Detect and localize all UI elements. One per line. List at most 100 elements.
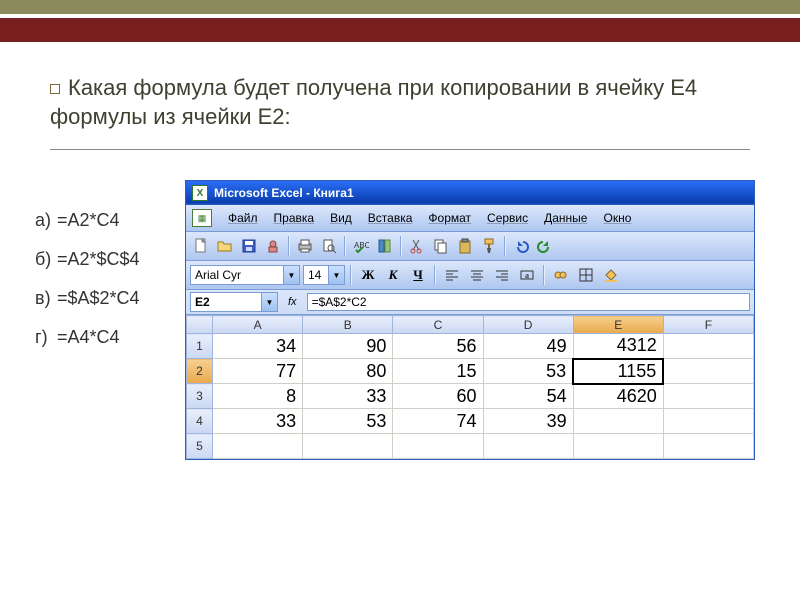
cell[interactable]: 1155 (573, 359, 663, 384)
cell[interactable]: 4620 (573, 384, 663, 409)
chevron-down-icon[interactable]: ▼ (328, 266, 344, 284)
select-all-corner[interactable] (187, 316, 213, 334)
menu-file[interactable]: Файл (220, 208, 266, 228)
cell[interactable] (663, 359, 753, 384)
cell[interactable]: 53 (483, 359, 573, 384)
cell[interactable] (573, 409, 663, 434)
row-header[interactable]: 3 (187, 384, 213, 409)
borders-icon[interactable] (575, 264, 597, 286)
formula-input[interactable]: =$A$2*C2 (307, 293, 750, 311)
cell[interactable]: 34 (213, 334, 303, 359)
cell[interactable] (213, 434, 303, 459)
title-bar[interactable]: X Microsoft Excel - Книга1 (186, 181, 754, 205)
permission-icon[interactable] (262, 235, 284, 257)
new-icon[interactable] (190, 235, 212, 257)
cell[interactable] (663, 384, 753, 409)
cell[interactable]: 53 (303, 409, 393, 434)
formula-bar: E2 ▼ fx =$A$2*C2 (186, 290, 754, 315)
cell[interactable] (663, 334, 753, 359)
currency-icon[interactable] (550, 264, 572, 286)
answer-b-text: =A2*$C$4 (57, 249, 140, 269)
italic-button[interactable]: К (382, 264, 404, 286)
column-header[interactable]: E (573, 316, 663, 334)
cell[interactable] (393, 434, 483, 459)
cell[interactable]: 74 (393, 409, 483, 434)
row-header[interactable]: 4 (187, 409, 213, 434)
cut-icon[interactable] (406, 235, 428, 257)
format-painter-icon[interactable] (478, 235, 500, 257)
undo-icon[interactable] (510, 235, 532, 257)
cell[interactable] (573, 434, 663, 459)
cell[interactable] (303, 434, 393, 459)
answer-a-label: а) (35, 210, 57, 231)
cell[interactable]: 54 (483, 384, 573, 409)
cell[interactable] (483, 434, 573, 459)
save-icon[interactable] (238, 235, 260, 257)
column-header[interactable]: F (663, 316, 753, 334)
cell[interactable]: 39 (483, 409, 573, 434)
underline-button[interactable]: Ч (407, 264, 429, 286)
name-box[interactable]: E2 ▼ (190, 292, 278, 312)
chevron-down-icon[interactable]: ▼ (261, 293, 277, 311)
toolbar-separator (288, 236, 290, 256)
bold-button[interactable]: Ж (357, 264, 379, 286)
toolbar-separator (350, 265, 352, 285)
chevron-down-icon[interactable]: ▼ (283, 266, 299, 284)
menu-view[interactable]: Вид (322, 208, 360, 228)
cell[interactable]: 77 (213, 359, 303, 384)
row-header[interactable]: 5 (187, 434, 213, 459)
cell[interactable] (663, 409, 753, 434)
row-header[interactable]: 1 (187, 334, 213, 359)
cell[interactable]: 4312 (573, 334, 663, 359)
column-header[interactable]: C (393, 316, 483, 334)
toolbar-separator (400, 236, 402, 256)
question-text: Какая формула будет получена при копиров… (0, 42, 800, 141)
paste-icon[interactable] (454, 235, 476, 257)
cell[interactable]: 90 (303, 334, 393, 359)
fx-icon[interactable]: fx (282, 296, 303, 308)
column-header[interactable]: B (303, 316, 393, 334)
excel-app-icon: X (192, 185, 208, 201)
cell[interactable]: 15 (393, 359, 483, 384)
menu-format[interactable]: Формат (420, 208, 479, 228)
align-right-icon[interactable] (491, 264, 513, 286)
cell[interactable]: 8 (213, 384, 303, 409)
print-preview-icon[interactable] (318, 235, 340, 257)
cell[interactable]: 49 (483, 334, 573, 359)
toolbar-separator (543, 265, 545, 285)
answer-b-label: б) (35, 249, 57, 270)
row-header[interactable]: 2 (187, 359, 213, 384)
spreadsheet-grid[interactable]: ABCDEF 134905649431227780155311553833605… (186, 315, 754, 459)
print-icon[interactable] (294, 235, 316, 257)
menu-insert[interactable]: Вставка (360, 208, 421, 228)
fill-color-icon[interactable] (600, 264, 622, 286)
align-left-icon[interactable] (441, 264, 463, 286)
decoration-top-olive (0, 0, 800, 14)
cell[interactable] (663, 434, 753, 459)
menu-data[interactable]: Данные (536, 208, 595, 228)
cell[interactable]: 56 (393, 334, 483, 359)
menu-service[interactable]: Сервис (479, 208, 536, 228)
copy-icon[interactable] (430, 235, 452, 257)
spelling-icon[interactable]: ABC (350, 235, 372, 257)
cell[interactable]: 33 (303, 384, 393, 409)
menu-window[interactable]: Окно (595, 208, 639, 228)
cell[interactable]: 33 (213, 409, 303, 434)
cell[interactable]: 60 (393, 384, 483, 409)
redo-icon[interactable] (534, 235, 556, 257)
svg-text:a: a (525, 271, 529, 280)
name-box-value: E2 (195, 295, 210, 309)
menu-edit[interactable]: Правка (266, 208, 323, 228)
merge-center-icon[interactable]: a (516, 264, 538, 286)
font-name-combo[interactable]: Arial Cyr ▼ (190, 265, 300, 285)
cell[interactable]: 80 (303, 359, 393, 384)
open-icon[interactable] (214, 235, 236, 257)
column-header[interactable]: D (483, 316, 573, 334)
font-size-value: 14 (308, 268, 321, 282)
research-icon[interactable] (374, 235, 396, 257)
column-header[interactable]: A (213, 316, 303, 334)
answer-c: в)=$A$2*C4 (35, 288, 185, 309)
formatting-toolbar: Arial Cyr ▼ 14 ▼ Ж К Ч a (186, 261, 754, 290)
align-center-icon[interactable] (466, 264, 488, 286)
font-size-combo[interactable]: 14 ▼ (303, 265, 345, 285)
